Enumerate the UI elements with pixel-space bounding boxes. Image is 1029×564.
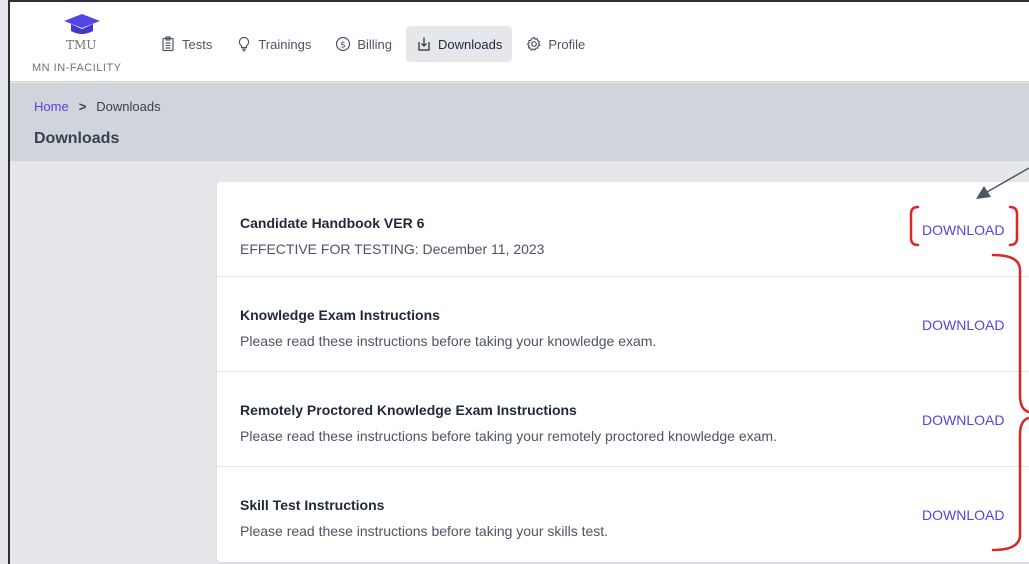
lightbulb-icon	[236, 36, 252, 52]
logo[interactable]: TMU MN IN-FACILITY	[32, 12, 132, 76]
download-row: Knowledge Exam Instructions Please read …	[217, 277, 1029, 372]
download-subtitle: Please read these instructions before ta…	[240, 523, 609, 539]
download-row: Candidate Handbook VER 6 EFFECTIVE FOR T…	[217, 182, 1029, 277]
download-button[interactable]: DOWNLOAD	[922, 317, 1004, 333]
logo-subtitle: MN IN-FACILITY	[32, 62, 122, 74]
download-row: Remotely Proctored Knowledge Exam Instru…	[217, 372, 1029, 467]
app-window: TMU MN IN-FACILITY Tests Trainings $ Bil…	[8, 0, 1029, 564]
svg-text:$: $	[340, 40, 346, 50]
download-title: Candidate Handbook VER 6	[240, 215, 425, 231]
breadcrumb-home-link[interactable]: Home	[34, 99, 69, 114]
download-subtitle: Please read these instructions before ta…	[240, 333, 657, 349]
nav-tests[interactable]: Tests	[150, 26, 222, 62]
breadcrumb-current: Downloads	[96, 99, 161, 114]
dollar-icon: $	[335, 36, 351, 52]
downloads-card: Candidate Handbook VER 6 EFFECTIVE FOR T…	[217, 182, 1029, 562]
download-title: Knowledge Exam Instructions	[240, 307, 440, 323]
logo-text: TMU	[66, 38, 97, 52]
nav-billing[interactable]: $ Billing	[325, 26, 402, 62]
nav-trainings[interactable]: Trainings	[226, 26, 321, 62]
download-button[interactable]: DOWNLOAD	[922, 222, 1004, 238]
download-row: Skill Test Instructions Please read thes…	[217, 467, 1029, 562]
download-title: Remotely Proctored Knowledge Exam Instru…	[240, 402, 577, 418]
nav-downloads[interactable]: Downloads	[406, 26, 513, 62]
main-nav: Tests Trainings $ Billing Downloads Prof…	[150, 26, 599, 62]
nav-tests-label: Tests	[182, 36, 213, 52]
download-subtitle: Please read these instructions before ta…	[240, 428, 777, 444]
download-subtitle: EFFECTIVE FOR TESTING: December 11, 2023	[240, 241, 545, 257]
download-icon	[416, 36, 432, 52]
download-title: Skill Test Instructions	[240, 497, 385, 513]
page-title: Downloads	[34, 130, 120, 147]
download-button[interactable]: DOWNLOAD	[922, 507, 1004, 523]
nav-profile-label: Profile	[548, 36, 586, 52]
nav-profile[interactable]: Profile	[516, 26, 595, 62]
nav-billing-label: Billing	[357, 36, 393, 52]
gear-icon	[526, 36, 542, 52]
breadcrumb-separator: >	[78, 99, 87, 114]
top-header: TMU MN IN-FACILITY Tests Trainings $ Bil…	[10, 2, 1029, 82]
clipboard-icon	[160, 36, 176, 52]
nav-trainings-label: Trainings	[258, 36, 312, 52]
page-header-band: Home > Downloads Downloads	[10, 83, 1029, 161]
download-button[interactable]: DOWNLOAD	[922, 412, 1004, 428]
nav-downloads-label: Downloads	[438, 36, 503, 52]
breadcrumb: Home > Downloads	[34, 99, 161, 114]
